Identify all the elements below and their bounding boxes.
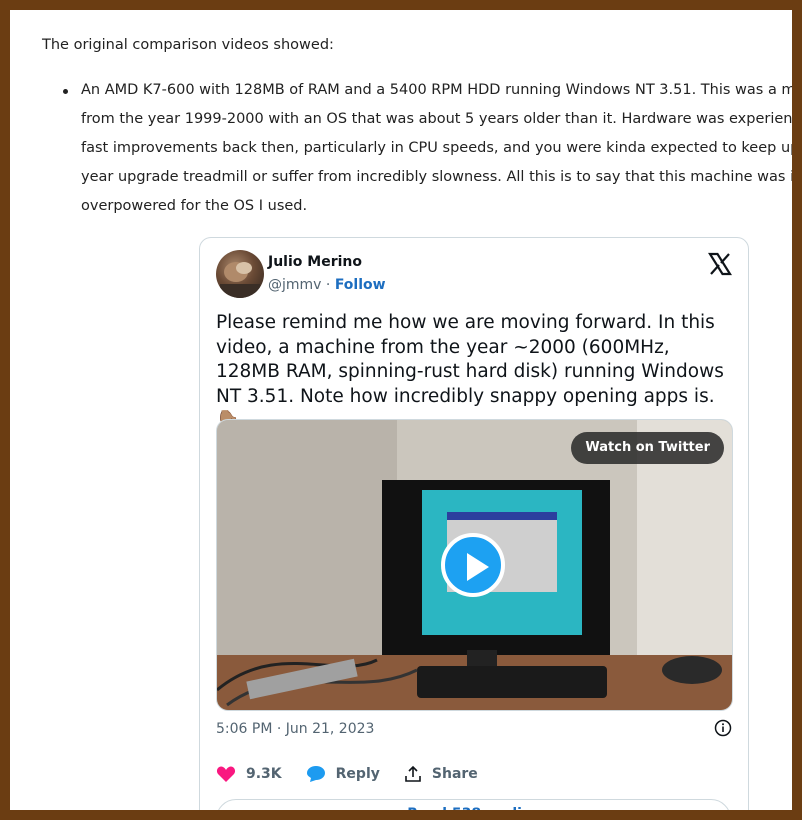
article-content: The original comparison videos showed: A… [10, 10, 792, 810]
heart-icon [216, 766, 236, 782]
reply-label: Reply [335, 766, 380, 782]
read-replies-button[interactable]: Read 538 replies [216, 799, 731, 810]
bullet-text-line: fast improvements back then, particularl… [81, 140, 792, 156]
share-icon [405, 765, 421, 782]
author-handle[interactable]: @jmmv [268, 277, 321, 293]
share-label: Share [431, 766, 478, 782]
bullet-text-line: from the year 1999-2000 with an OS that … [81, 111, 792, 127]
bullet-text-line: An AMD K7-600 with 128MB of RAM and a 54… [81, 82, 792, 98]
bullet-list: An AMD K7-600 with 128MB of RAM and a 54… [10, 76, 792, 221]
play-icon[interactable] [441, 533, 505, 597]
like-count: 9.3K [246, 766, 282, 782]
follow-button[interactable]: Follow [335, 277, 386, 293]
author-handle-row: @jmmv · Follow [268, 277, 386, 293]
intro-paragraph: The original comparison videos showed: [42, 37, 334, 53]
tweet-timestamp[interactable]: 5:06 PM · Jun 21, 2023 [216, 721, 374, 737]
tweet-text: Please remind me how we are moving forwa… [216, 312, 724, 431]
video-thumbnail[interactable]: Watch on Twitter [216, 419, 733, 711]
info-icon[interactable] [714, 719, 732, 737]
avatar-photo [220, 262, 260, 298]
handle-separator: · [321, 277, 335, 293]
embedded-tweet[interactable]: Julio Merino @jmmv · Follow Please remin… [199, 237, 749, 810]
tweet-actions: 9.3K Reply Share [216, 762, 502, 786]
list-item: An AMD K7-600 with 128MB of RAM and a 54… [10, 76, 792, 221]
bullet-text-line: year upgrade treadmill or suffer from in… [81, 169, 792, 185]
x-logo-icon[interactable] [708, 252, 732, 276]
bullet-point-icon [63, 89, 68, 94]
reply-button[interactable]: Reply [306, 765, 380, 783]
reply-bubble-icon [306, 766, 325, 782]
like-button[interactable]: 9.3K [216, 765, 282, 783]
watch-on-twitter-button[interactable]: Watch on Twitter [571, 432, 724, 464]
bullet-text-line: overpowered for the OS I used. [81, 198, 308, 214]
author-name[interactable]: Julio Merino [268, 254, 362, 270]
share-button[interactable]: Share [404, 765, 478, 783]
avatar[interactable] [216, 250, 264, 298]
